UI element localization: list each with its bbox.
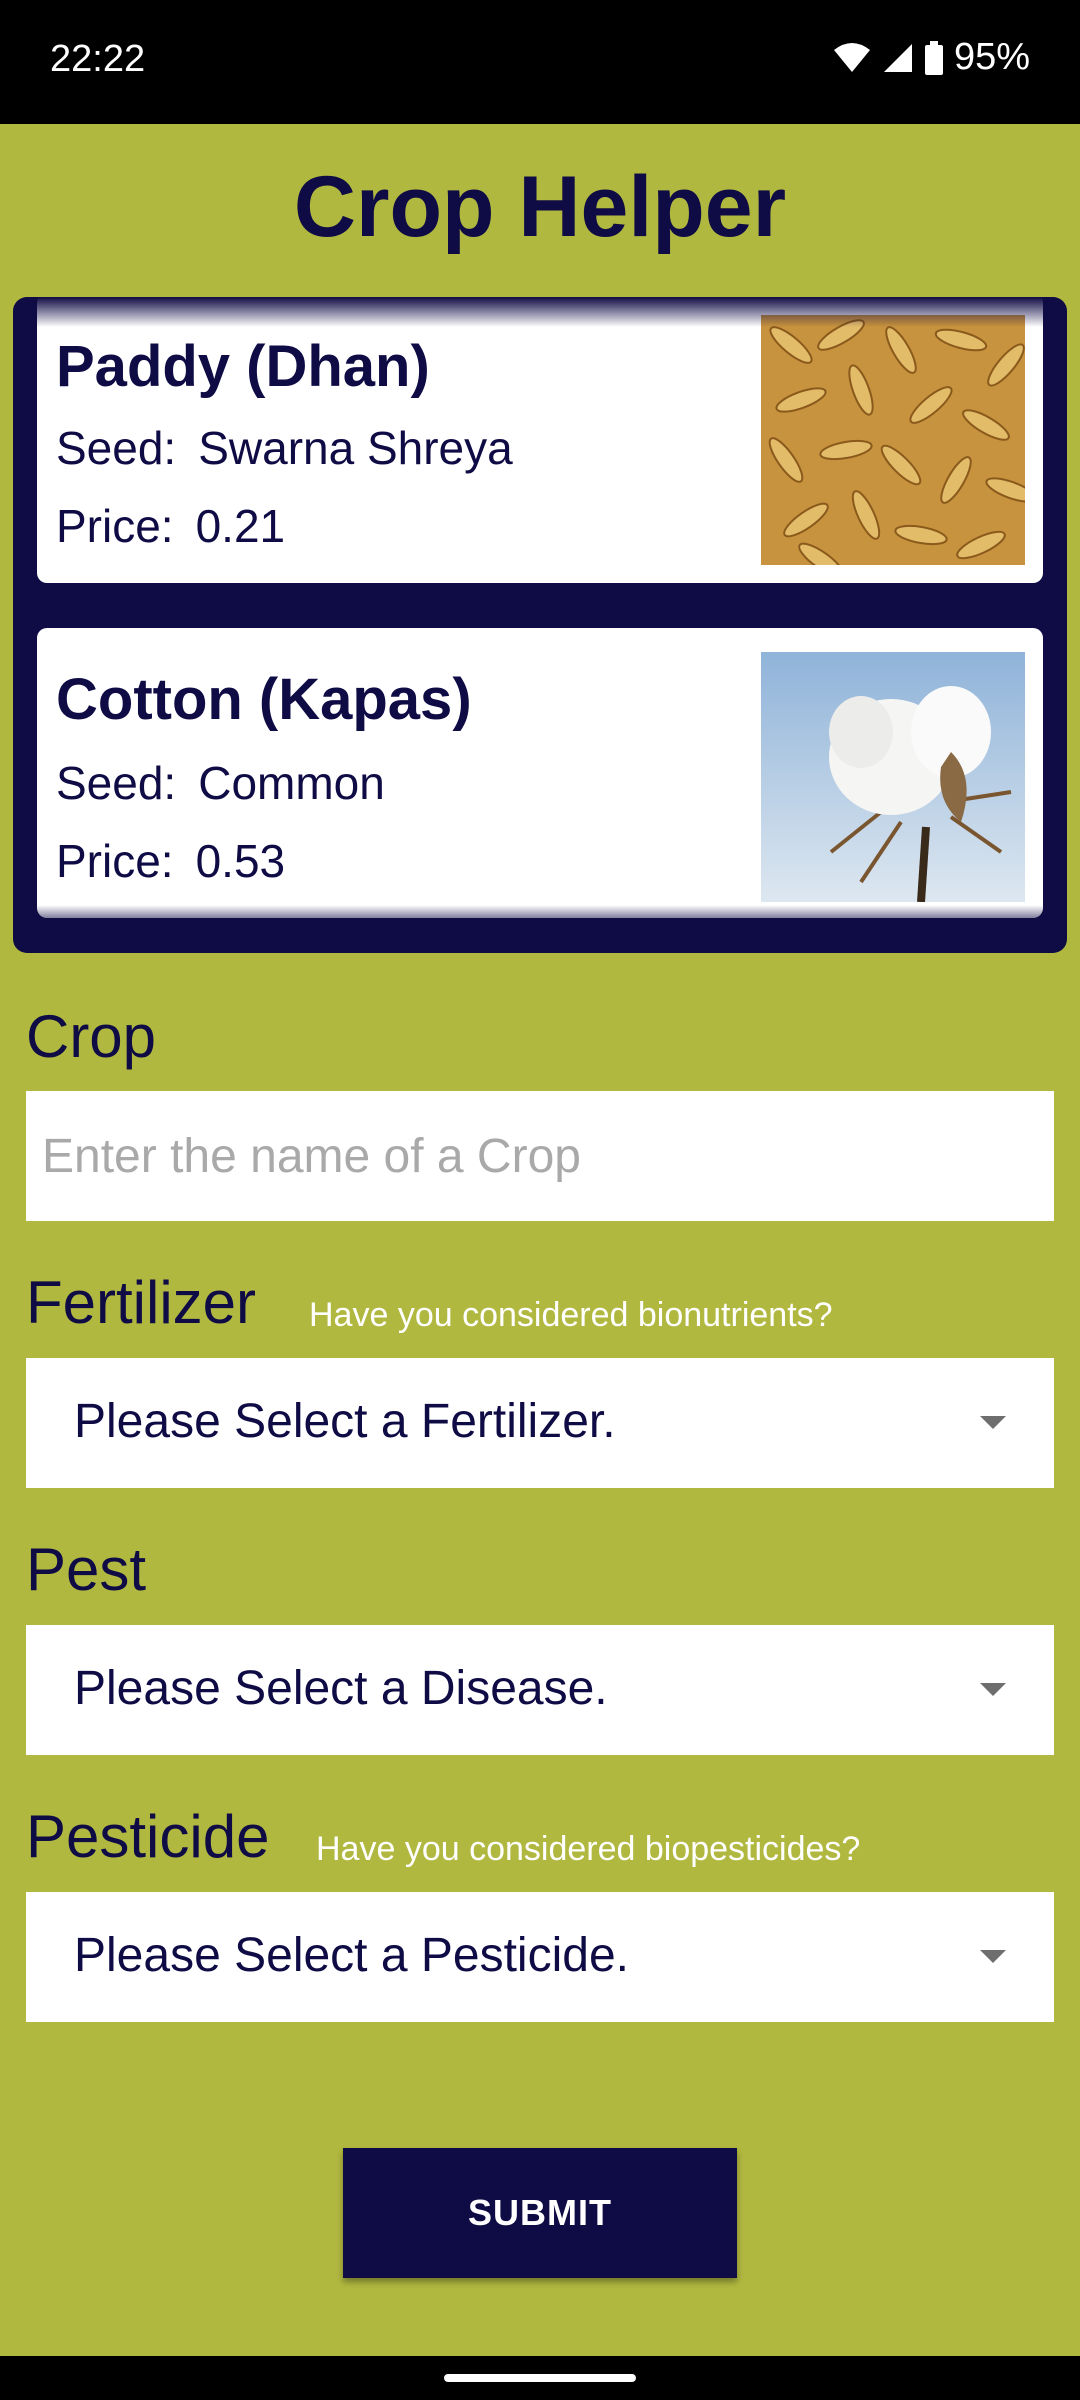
pest-selected-value: Please Select a Disease. — [74, 1662, 608, 1715]
seed-value: Swarna Shreya — [198, 422, 513, 474]
fertilizer-select[interactable]: Please Select a Fertilizer. — [26, 1358, 1054, 1488]
pesticide-field-label: Pesticide — [26, 1803, 270, 1870]
navigation-bar — [0, 2356, 1080, 2400]
fertilizer-hint: Have you considered bionutrients? — [309, 1296, 833, 1334]
list-scroll-shadow-top — [37, 297, 1043, 327]
cotton-boll-image — [761, 652, 1025, 902]
crop-field-label: Crop — [26, 1003, 157, 1070]
battery-percentage: 95% — [953, 36, 1030, 78]
signal-icon — [883, 43, 912, 72]
list-scroll-shadow-bottom — [37, 905, 1043, 925]
crop-card-paddy[interactable]: Paddy (Dhan) Seed: Swarna Shreya Price: 0.… — [37, 297, 1043, 583]
price-value: 0.53 — [195, 835, 286, 887]
battery-icon — [924, 40, 943, 75]
dropdown-arrow-icon — [980, 1683, 1006, 1696]
crop-seed-line: Seed: Swarna Shreya — [56, 421, 513, 475]
fertilizer-field-label: Fertilizer — [26, 1269, 257, 1336]
crop-name: Cotton (Kapas) — [56, 667, 472, 732]
home-gesture-handle[interactable] — [444, 2374, 636, 2382]
crop-input[interactable] — [26, 1091, 1054, 1221]
crop-list[interactable]: Paddy (Dhan) Seed: Swarna Shreya Price: 0.… — [13, 297, 1067, 953]
wifi-icon — [833, 42, 870, 72]
status-time: 22:22 — [50, 38, 146, 80]
status-icons: 95% — [832, 36, 1030, 79]
pesticide-selected-value: Please Select a Pesticide. — [74, 1929, 629, 1982]
pest-select[interactable]: Please Select a Disease. — [26, 1625, 1054, 1755]
crop-name: Paddy (Dhan) — [56, 334, 430, 399]
seed-value: Common — [198, 757, 385, 809]
crop-seed-line: Seed: Common — [56, 756, 385, 810]
dropdown-arrow-icon — [980, 1950, 1006, 1963]
price-value: 0.21 — [195, 500, 286, 552]
crop-price-line: Price: 0.53 — [56, 834, 285, 888]
price-label: Price: — [56, 500, 174, 552]
dropdown-arrow-icon — [980, 1416, 1006, 1429]
paddy-grains-image — [761, 315, 1025, 565]
seed-label: Seed: — [56, 422, 177, 474]
fertilizer-selected-value: Please Select a Fertilizer. — [74, 1395, 616, 1448]
status-bar: 22:22 95% — [0, 0, 1080, 124]
crop-card-cotton[interactable]: Cotton (Kapas) Seed: Common Price: 0.53 — [37, 628, 1043, 918]
price-label: Price: — [56, 835, 174, 887]
page-title: Crop Helper — [293, 159, 787, 255]
pesticide-select[interactable]: Please Select a Pesticide. — [26, 1892, 1054, 2022]
crop-input-container — [26, 1091, 1054, 1221]
pest-field-label: Pest — [26, 1536, 147, 1603]
pesticide-hint: Have you considered biopesticides? — [316, 1830, 861, 1868]
crop-price-line: Price: 0.21 — [56, 499, 285, 553]
submit-button[interactable]: SUBMIT — [343, 2148, 737, 2278]
seed-label: Seed: — [56, 757, 177, 809]
